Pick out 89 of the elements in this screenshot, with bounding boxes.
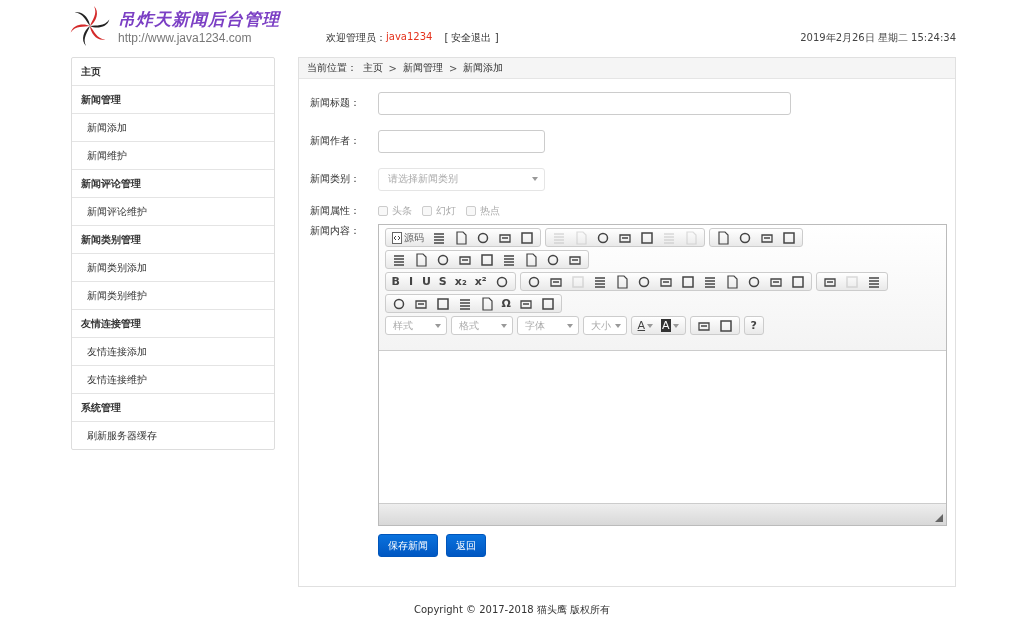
author-field[interactable]	[377, 129, 545, 153]
site-url: http://www.java1234.com	[118, 30, 253, 45]
tool-icon	[573, 230, 588, 245]
welcome-label: 欢迎管理员：	[326, 31, 386, 45]
tool-icon	[781, 230, 796, 245]
format-button[interactable]: Ω	[497, 295, 515, 312]
field-label: 新闻作者：	[309, 134, 361, 148]
menu-header[interactable]: 主页	[72, 58, 274, 85]
tool-icon	[683, 230, 698, 245]
breadcrumb-separator: >	[388, 62, 397, 74]
menu-item[interactable]: 友情连接维护	[72, 365, 274, 393]
tool-icon	[431, 230, 446, 245]
tool-icon	[636, 274, 651, 289]
copyright-text: Copyright © 2017-2018 猫头鹰 版权所有	[412, 603, 612, 617]
color-button[interactable]: A	[657, 317, 683, 334]
tool-icon	[391, 252, 406, 267]
menu-header[interactable]: 系统管理	[72, 393, 274, 421]
menu-header[interactable]: 新闻类别管理	[72, 225, 274, 253]
title-field[interactable]	[377, 91, 791, 115]
color-button[interactable]: A	[633, 317, 658, 334]
tool-icon	[661, 230, 676, 245]
tool-icon	[540, 296, 555, 311]
tool-icon	[639, 230, 654, 245]
breadcrumb-label: 当前位置：	[306, 61, 357, 75]
tool-icon	[551, 230, 566, 245]
logo-icon	[68, 4, 112, 48]
tool-icon	[614, 274, 629, 289]
tool-icon	[494, 274, 509, 289]
tool-icon	[746, 274, 761, 289]
logout-link[interactable]: [ 安全退出 ]	[444, 31, 499, 45]
menu-header[interactable]: 新闻评论管理	[72, 169, 274, 197]
datetime: 2019年2月26日 星期二 15:24:34	[800, 31, 956, 45]
tool-icon	[391, 296, 406, 311]
tool-icon	[479, 252, 494, 267]
format-button[interactable]: S	[434, 273, 451, 290]
tool-icon	[724, 274, 739, 289]
tool-icon	[457, 296, 472, 311]
source-button[interactable]: 源码	[387, 229, 428, 246]
tool-icon	[595, 230, 610, 245]
format-button[interactable]: x²	[470, 273, 491, 290]
site-title: 吊炸天新闻后台管理	[118, 7, 280, 31]
breadcrumb-separator: >	[448, 62, 458, 74]
menu-item[interactable]: 友情连接添加	[72, 337, 274, 365]
menu-item[interactable]: 新闻维护	[72, 141, 274, 169]
tool-icon	[702, 274, 717, 289]
tool-icon	[570, 274, 585, 289]
format-button[interactable]: ?	[746, 317, 761, 334]
tool-icon	[790, 274, 805, 289]
format-button[interactable]: x₂	[450, 273, 471, 290]
tool-icon	[519, 230, 534, 245]
menu-item[interactable]: 新闻类别添加	[72, 253, 274, 281]
tool-icon	[680, 274, 695, 289]
field-label: 新闻属性：	[309, 204, 361, 218]
tool-icon	[844, 274, 859, 289]
field-label: 新闻内容：	[309, 224, 361, 238]
tool-icon	[526, 274, 541, 289]
field-label: 新闻类别：	[309, 172, 361, 186]
source-icon	[391, 231, 402, 244]
tool-icon	[435, 252, 450, 267]
format-button[interactable]: B	[387, 273, 404, 290]
breadcrumb-link[interactable]: 新闻添加	[463, 61, 504, 75]
save-button[interactable]: 保存新闻	[377, 534, 438, 557]
tool-icon	[475, 230, 490, 245]
tool-icon	[715, 230, 730, 245]
tool-icon	[523, 252, 538, 267]
breadcrumb-link[interactable]: 主页	[362, 61, 383, 75]
tool-icon	[718, 318, 733, 333]
breadcrumb-link[interactable]: 新闻管理	[402, 61, 443, 75]
format-button[interactable]: U	[417, 273, 435, 290]
menu-header[interactable]: 新闻管理	[72, 85, 274, 113]
resize-handle-icon[interactable]	[934, 514, 943, 522]
menu-item[interactable]: 新闻类别维护	[72, 281, 274, 309]
menu-item[interactable]: 刷新服务器缓存	[72, 421, 274, 449]
tool-icon	[413, 252, 428, 267]
tool-icon	[435, 296, 450, 311]
tool-icon	[479, 296, 494, 311]
tool-icon	[866, 274, 881, 289]
menu-item[interactable]: 新闻评论维护	[72, 197, 274, 225]
tool-icon	[592, 274, 607, 289]
menu-item[interactable]: 新闻添加	[72, 113, 274, 141]
field-label: 新闻标题：	[309, 96, 361, 110]
tool-icon	[737, 230, 752, 245]
format-button[interactable]: I	[403, 273, 418, 290]
tool-icon	[453, 230, 468, 245]
back-button[interactable]: 返回	[445, 534, 486, 557]
username: java1234	[386, 31, 433, 44]
menu-header[interactable]: 友情连接管理	[72, 309, 274, 337]
tool-icon	[545, 252, 560, 267]
tool-icon	[501, 252, 516, 267]
